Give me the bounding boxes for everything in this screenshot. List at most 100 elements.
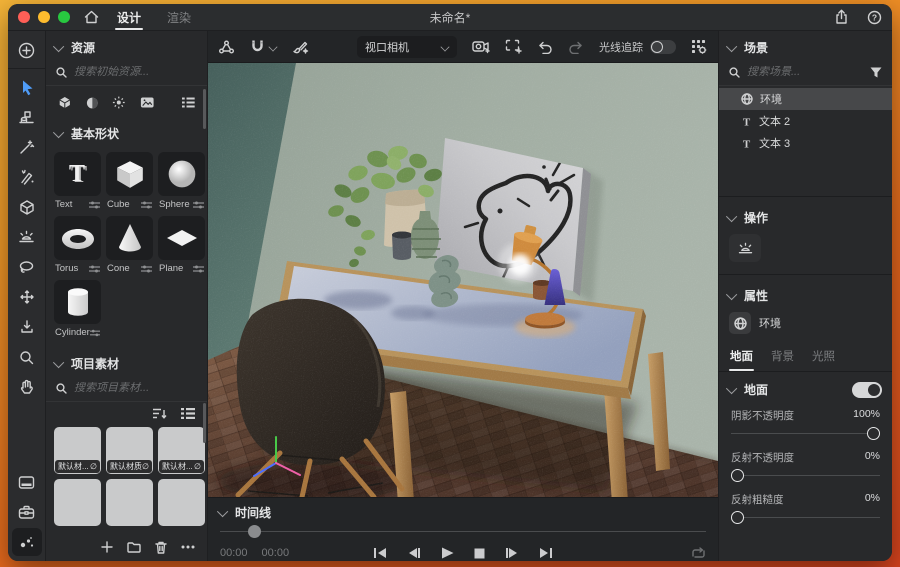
scene-search-input[interactable] [747, 66, 863, 78]
shape-options-icon[interactable] [89, 265, 100, 273]
list-view-icon[interactable] [182, 97, 195, 108]
gizmo-space-icon[interactable] [218, 39, 235, 55]
actions-section-header[interactable]: 操作 [719, 201, 892, 232]
library-panel-button[interactable] [12, 468, 42, 496]
zoom-tool[interactable] [12, 343, 42, 371]
lights-category-icon[interactable] [112, 95, 126, 110]
slider-track[interactable] [731, 510, 880, 526]
shape-options-icon[interactable] [89, 201, 100, 209]
raytracing-toggle[interactable] [650, 40, 676, 54]
slider-knob[interactable] [867, 427, 880, 440]
add-object-button[interactable] [12, 36, 42, 64]
shape-card-plane[interactable]: Plane [158, 216, 205, 275]
material-thumb[interactable] [158, 479, 205, 526]
home-icon[interactable] [84, 10, 99, 24]
tab-design[interactable]: 设计 [115, 4, 143, 32]
project-assets-header[interactable]: 项目素材 [46, 347, 207, 378]
undo-icon[interactable] [537, 40, 553, 54]
particles-panel-button[interactable] [12, 528, 42, 556]
shape-card-torus[interactable]: Torus [54, 216, 101, 275]
share-icon[interactable] [834, 9, 849, 25]
timeline-scrubber[interactable] [220, 525, 706, 539]
trash-icon[interactable] [155, 541, 167, 554]
assets-search-input[interactable] [74, 66, 197, 78]
minimize-window-button[interactable] [38, 11, 50, 23]
select-tool[interactable] [12, 73, 42, 101]
play-icon[interactable] [441, 547, 454, 559]
slider-knob[interactable] [731, 511, 744, 524]
shape-options-icon[interactable] [193, 201, 204, 209]
skip-end-icon[interactable] [539, 547, 553, 559]
assets-section-header[interactable]: 资源 [46, 31, 207, 62]
add-action-button[interactable] [729, 234, 761, 262]
shape-card-cube[interactable]: Cube [106, 152, 153, 211]
close-window-button[interactable] [18, 11, 30, 23]
magic-wand-tool[interactable] [12, 133, 42, 161]
ground-section-header[interactable]: 地面 [719, 372, 892, 402]
tab-background[interactable]: 背景 [770, 344, 795, 371]
snap-control[interactable] [250, 39, 277, 54]
tab-lighting[interactable]: 光照 [811, 344, 836, 371]
camera-dropdown[interactable]: 视口相机 [357, 36, 457, 58]
project-assets-search-input[interactable] [74, 382, 197, 394]
slider-knob[interactable] [731, 469, 744, 482]
ai-pen-tool[interactable] [12, 163, 42, 191]
step-forward-icon[interactable] [505, 547, 519, 559]
shape-options-icon[interactable] [193, 265, 204, 273]
playhead-knob[interactable] [248, 525, 261, 538]
scene-item-text2[interactable]: T 文本 2 [719, 110, 892, 132]
panel-scrollbar[interactable] [203, 89, 206, 129]
scene-section-header[interactable]: 场景 [719, 31, 892, 62]
shape-card-text[interactable]: TT Text [54, 152, 101, 211]
objects-category-icon[interactable] [58, 95, 72, 110]
folder-icon[interactable] [127, 541, 141, 553]
images-category-icon[interactable] [140, 96, 154, 109]
material-thumb[interactable]: 默认材...∅ [54, 427, 101, 474]
slider-track[interactable] [731, 468, 880, 484]
shape-options-icon[interactable] [90, 329, 100, 337]
shape-options-icon[interactable] [141, 265, 152, 273]
frame-view-icon[interactable] [505, 39, 522, 54]
list-view-icon[interactable] [181, 408, 195, 419]
skip-start-icon[interactable] [373, 547, 387, 559]
slider-track[interactable] [731, 426, 880, 442]
render-settings-icon[interactable] [691, 39, 708, 55]
add-asset-icon[interactable] [101, 541, 113, 553]
scene-item-environment[interactable]: 环境 [719, 88, 892, 110]
panel-scrollbar[interactable] [203, 403, 206, 443]
selected-object-row[interactable]: 环境 [719, 310, 892, 342]
zoom-window-button[interactable] [58, 11, 70, 23]
shape-options-icon[interactable] [141, 201, 152, 209]
tab-ground[interactable]: 地面 [729, 344, 754, 371]
toolbox-panel-button[interactable] [12, 498, 42, 526]
tab-render[interactable]: 渲染 [165, 4, 193, 32]
shape-card-cone[interactable]: Cone [106, 216, 153, 275]
more-options-icon[interactable] [181, 545, 195, 549]
shape-card-sphere[interactable]: Sphere [158, 152, 205, 211]
material-paint-icon[interactable] [292, 39, 309, 55]
move-tool[interactable] [12, 283, 42, 311]
material-thumb[interactable] [54, 479, 101, 526]
sort-icon[interactable] [153, 408, 167, 419]
redo-icon[interactable] [568, 40, 584, 54]
cube-tool[interactable] [12, 193, 42, 221]
material-thumb[interactable]: 默认材质∅ [106, 427, 153, 474]
filter-icon[interactable] [870, 67, 882, 78]
import-tool[interactable] [12, 313, 42, 341]
materials-category-icon[interactable] [86, 96, 99, 110]
step-back-icon[interactable] [407, 547, 421, 559]
shapes-library-tool[interactable] [12, 103, 42, 131]
ground-toggle[interactable] [852, 382, 882, 398]
help-icon[interactable]: ? [867, 10, 882, 25]
add-camera-icon[interactable] [472, 39, 490, 54]
material-thumb[interactable] [106, 479, 153, 526]
shape-card-cylinder[interactable]: Cylinder [54, 280, 101, 339]
scene-item-text3[interactable]: T 文本 3 [719, 132, 892, 154]
light-tool[interactable] [12, 223, 42, 251]
lasso-tool[interactable] [12, 253, 42, 281]
timeline-header[interactable]: 时间线 [220, 504, 706, 521]
basic-shapes-header[interactable]: 基本形状 [46, 117, 207, 148]
viewport-3d-scene[interactable] [208, 63, 718, 497]
stop-icon[interactable] [474, 548, 485, 559]
properties-section-header[interactable]: 属性 [719, 279, 892, 310]
